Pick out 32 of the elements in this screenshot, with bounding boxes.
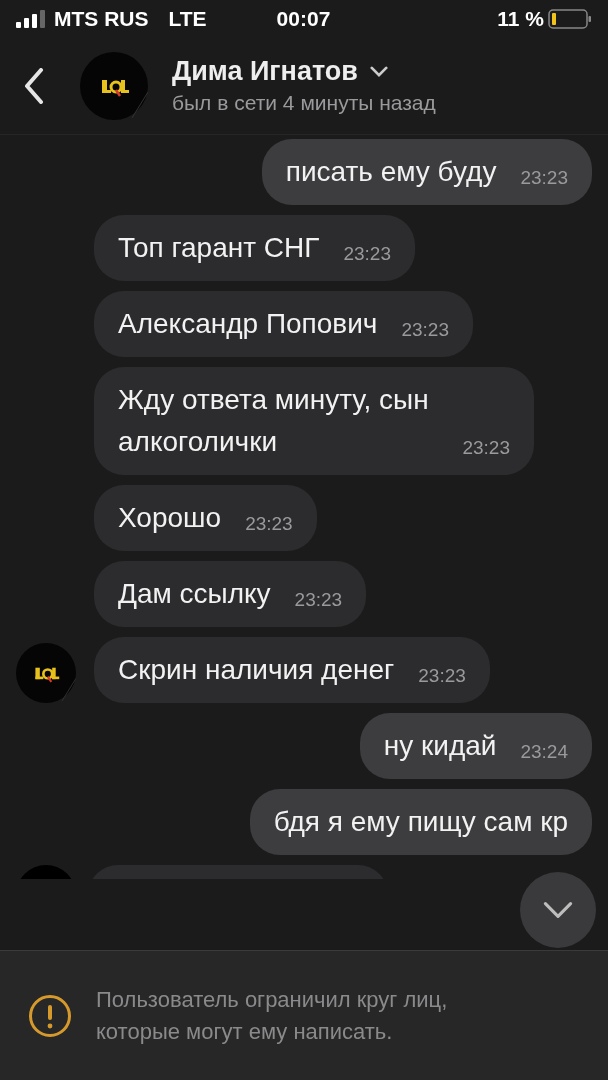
- message-text: бдя я ему пищу сам кр: [273, 806, 568, 837]
- message-time: 23:23: [418, 664, 466, 688]
- message-text: Дам ссылку: [118, 578, 271, 609]
- contact-name[interactable]: Дима Игнатов: [172, 54, 358, 88]
- message-time: 23:23: [462, 436, 510, 460]
- network-type: LTE: [168, 6, 207, 33]
- battery-percent: 11 %: [497, 6, 544, 33]
- back-icon: [24, 68, 44, 104]
- message-time: 23:23: [245, 512, 293, 536]
- message-time: 23:24: [520, 740, 568, 764]
- message-text: писать ему буду: [285, 156, 497, 187]
- last-seen-status: был в сети 4 минуты назад: [172, 90, 436, 116]
- message-time: 23:23: [520, 166, 568, 190]
- message-time: 23:23: [401, 318, 449, 342]
- warning-icon: [28, 993, 72, 1038]
- signal-icon: [16, 10, 46, 28]
- clock: 00:07: [276, 6, 331, 33]
- avatar-icon: [16, 643, 76, 703]
- message-text: ну кидай: [383, 730, 497, 761]
- message-text: Хорошо: [118, 502, 222, 533]
- chevron-down-icon: [542, 901, 574, 919]
- message-text: Скрин наличия денег: [118, 654, 395, 685]
- avatar-icon: [80, 52, 148, 120]
- message-text: Топ гарант СНГ: [118, 232, 320, 263]
- battery-icon: [548, 9, 592, 29]
- carrier-name: MTS RUS: [54, 6, 149, 33]
- chevron-down-icon[interactable]: [369, 65, 388, 77]
- message-time: 23:23: [343, 242, 391, 266]
- message-text: Александр Попович: [118, 308, 378, 339]
- notice-text: Пользователь ограничил круг лиц, которые могут ему написать.: [96, 985, 449, 1046]
- message-time: 23:23: [294, 588, 343, 612]
- message-text: Жду ответа минуту, сын алкоголички: [118, 384, 429, 457]
